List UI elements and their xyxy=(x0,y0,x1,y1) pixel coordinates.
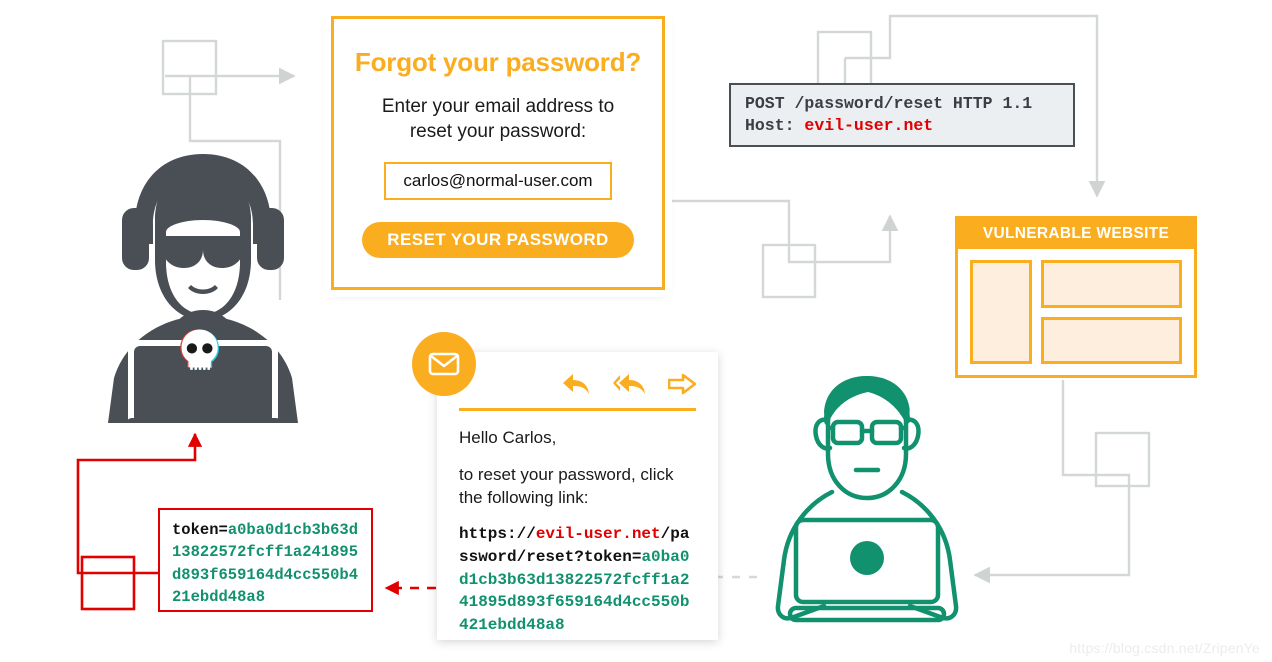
stolen-token-box: token=a0ba0d1cb3b63d13822572fcff1a241895… xyxy=(158,508,373,612)
page-title: Forgot your password? xyxy=(354,47,642,77)
watermark: https://blog.csdn.net/ZripenYe xyxy=(1069,640,1260,656)
email-action-icons xyxy=(459,352,696,408)
reply-all-icon[interactable] xyxy=(612,373,646,395)
http-host-line: Host: evil-user.net xyxy=(745,115,1059,137)
email-body: to reset your password, click the follow… xyxy=(459,464,674,507)
reset-link[interactable]: https://evil-user.net/password/reset?tok… xyxy=(459,523,696,637)
laptop-logo xyxy=(850,541,884,575)
content-column xyxy=(1041,260,1182,364)
reset-password-button[interactable]: RESET YOUR PASSWORD xyxy=(362,222,634,259)
email-card: Hello Carlos, to reset your password, cl… xyxy=(437,352,718,640)
content-block-1 xyxy=(1041,260,1182,308)
http-host-value: evil-user.net xyxy=(804,116,934,136)
reply-icon[interactable] xyxy=(562,373,590,395)
http-request-line: POST /password/reset HTTP 1.1 xyxy=(745,94,1033,113)
content-block-2 xyxy=(1041,316,1182,364)
email-divider xyxy=(459,408,696,411)
email-greeting: Hello Carlos, xyxy=(459,428,557,447)
envelope-badge xyxy=(412,332,476,396)
forward-icon[interactable] xyxy=(668,373,696,395)
link-host: evil-user.net xyxy=(535,525,661,544)
vulnerable-website-box: VULNERABLE WEBSITE xyxy=(955,216,1197,378)
diagram-canvas: Forgot your password? Enter your email a… xyxy=(0,0,1272,662)
token-key: token= xyxy=(172,521,228,539)
email-field[interactable] xyxy=(384,162,612,201)
victim-user-figure xyxy=(775,376,959,623)
envelope-icon xyxy=(428,352,460,376)
attacker-hacker-figure xyxy=(108,154,298,423)
sidebar-block xyxy=(970,260,1032,364)
http-request-box: POST /password/reset HTTP 1.1 Host: evil… xyxy=(729,83,1075,147)
vulnerable-website-header: VULNERABLE WEBSITE xyxy=(958,219,1194,249)
vulnerable-website-body xyxy=(958,249,1194,375)
reset-instructions: Enter your email address to reset your p… xyxy=(381,96,615,143)
link-scheme: https:// xyxy=(459,525,536,544)
http-host-label: Host: xyxy=(745,116,795,136)
forgot-password-card: Forgot your password? Enter your email a… xyxy=(331,16,665,290)
